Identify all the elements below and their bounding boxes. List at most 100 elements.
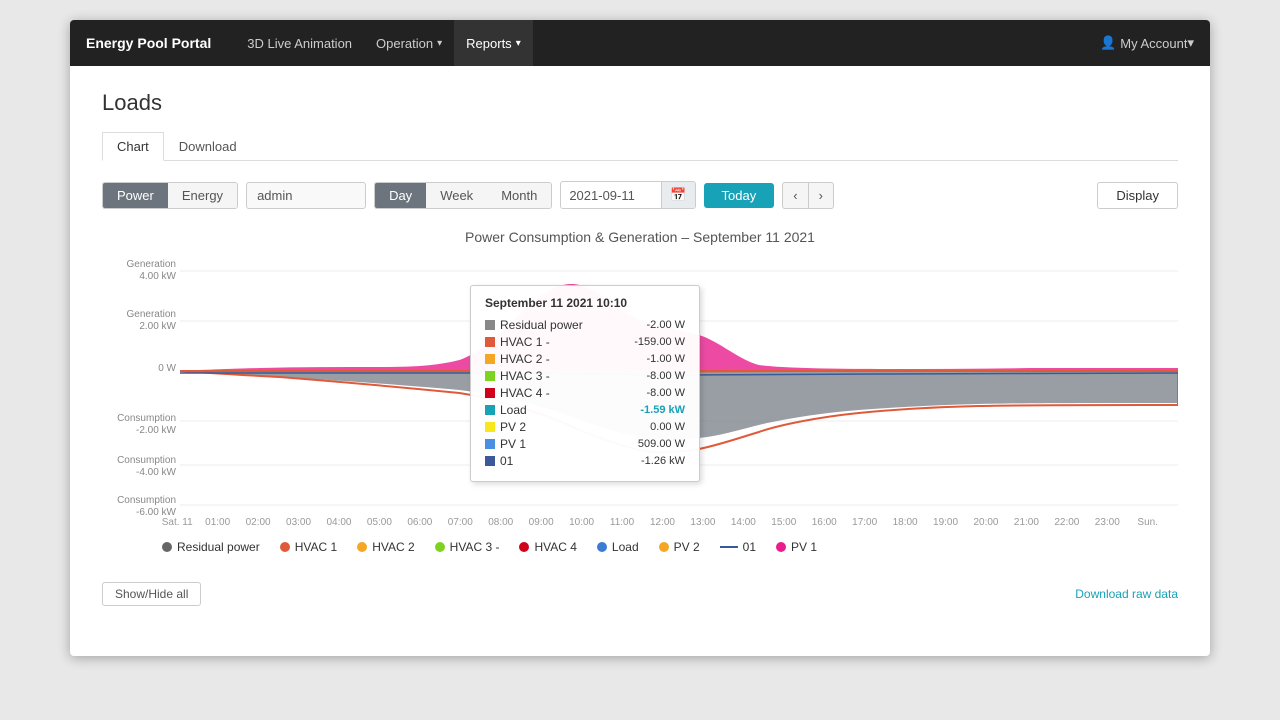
legend-dot [280, 542, 290, 552]
bottom-bar: Show/Hide all Download raw data [102, 582, 1178, 606]
legend-dot [659, 542, 669, 552]
operation-caret-icon: ▾ [437, 38, 442, 49]
legend-dot [435, 542, 445, 552]
legend-item: HVAC 3 - [435, 540, 500, 554]
account-menu[interactable]: 👤 My Account ▾ [1100, 35, 1194, 51]
x-axis-label: 01:00 [197, 517, 237, 528]
tooltip-swatch [485, 371, 495, 381]
legend-dot [776, 542, 786, 552]
legend-item: PV 2 [659, 540, 700, 554]
x-axis-label: 13:00 [683, 517, 723, 528]
legend-dot [357, 542, 367, 552]
tooltip-row: Load -1.59 kW [485, 403, 685, 417]
x-axis-label: 12:00 [642, 517, 682, 528]
legend-item: HVAC 1 [280, 540, 337, 554]
x-axis-label: 14:00 [723, 517, 763, 528]
period-group: Day Week Month [374, 182, 552, 209]
date-input[interactable] [561, 183, 661, 208]
toolbar: Power Energy Day Week Month 📅 Today ‹ › … [102, 181, 1178, 209]
legend-item: HVAC 2 [357, 540, 414, 554]
next-button[interactable]: › [808, 182, 834, 209]
nav-arrows: ‹ › [782, 182, 834, 209]
x-axis-label: 07:00 [440, 517, 480, 528]
show-hide-all-button[interactable]: Show/Hide all [102, 582, 201, 606]
legend-item: PV 1 [776, 540, 817, 554]
power-button[interactable]: Power [103, 183, 168, 208]
main-content: Loads Chart Download Power Energy Day We… [70, 66, 1210, 656]
today-button[interactable]: Today [704, 183, 775, 208]
day-button[interactable]: Day [375, 183, 426, 208]
chart-area: September 11 2021 10:10 Residual power -… [180, 255, 1178, 515]
x-axis-label: 18:00 [885, 517, 925, 528]
legend-dot [519, 542, 529, 552]
nav-item-3d[interactable]: 3D Live Animation [235, 20, 364, 66]
legend-item: HVAC 4 [519, 540, 576, 554]
tooltip-rows: Residual power -2.00 W HVAC 1 - -159.00 … [485, 318, 685, 468]
x-axis-label: 20:00 [966, 517, 1006, 528]
tooltip-swatch [485, 456, 495, 466]
legend-item: Load [597, 540, 639, 554]
tooltip-swatch [485, 320, 495, 330]
tooltip-swatch [485, 422, 495, 432]
display-button[interactable]: Display [1097, 182, 1178, 209]
month-button[interactable]: Month [487, 183, 551, 208]
tooltip-swatch [485, 405, 495, 415]
tooltip-title: September 11 2021 10:10 [485, 296, 685, 310]
nav-item-operation[interactable]: Operation ▾ [364, 20, 454, 66]
date-input-wrap: 📅 [560, 181, 695, 209]
x-axis-label: 02:00 [238, 517, 278, 528]
legend-dot [162, 542, 172, 552]
y-axis: Generation4.00 kW Generation2.00 kW 0 W … [102, 255, 180, 515]
chart-container: Power Consumption & Generation – Septemb… [102, 229, 1178, 564]
tooltip-swatch [485, 439, 495, 449]
x-axis-label: 16:00 [804, 517, 844, 528]
chart-title: Power Consumption & Generation – Septemb… [102, 229, 1178, 245]
tooltip-row: PV 1 509.00 W [485, 437, 685, 451]
x-axis-label: 04:00 [319, 517, 359, 528]
x-axis-label: 08:00 [481, 517, 521, 528]
chart-tooltip: September 11 2021 10:10 Residual power -… [470, 285, 700, 482]
week-button[interactable]: Week [426, 183, 487, 208]
navbar: Energy Pool Portal 3D Live Animation Ope… [70, 20, 1210, 66]
tooltip-row: 01 -1.26 kW [485, 454, 685, 468]
account-caret-icon: ▾ [1187, 35, 1194, 51]
nav-item-reports[interactable]: Reports ▾ [454, 20, 533, 66]
x-axis-label: 09:00 [521, 517, 561, 528]
x-axis-label: 19:00 [925, 517, 965, 528]
prev-button[interactable]: ‹ [782, 182, 807, 209]
reports-caret-icon: ▾ [516, 38, 521, 49]
power-energy-group: Power Energy [102, 182, 238, 209]
tab-chart[interactable]: Chart [102, 132, 164, 161]
legend-item: 01 [720, 540, 756, 554]
x-axis-label: 17:00 [844, 517, 884, 528]
energy-button[interactable]: Energy [168, 183, 237, 208]
x-axis-label: 22:00 [1047, 517, 1087, 528]
calendar-icon-button[interactable]: 📅 [661, 182, 694, 208]
x-axis-label: 23:00 [1087, 517, 1127, 528]
tooltip-swatch [485, 388, 495, 398]
x-axis-label: 15:00 [764, 517, 804, 528]
legend-item: Residual power [162, 540, 260, 554]
tab-download[interactable]: Download [164, 132, 252, 161]
user-icon: 👤 [1100, 35, 1116, 51]
tab-bar: Chart Download [102, 132, 1178, 161]
legend-dot [597, 542, 607, 552]
tooltip-row: HVAC 2 - -1.00 W [485, 352, 685, 366]
x-axis: Sat. 1101:0002:0003:0004:0005:0006:0007:… [102, 517, 1178, 528]
x-axis-label: 05:00 [359, 517, 399, 528]
tooltip-row: HVAC 3 - -8.00 W [485, 369, 685, 383]
download-raw-link[interactable]: Download raw data [1075, 587, 1178, 601]
admin-input[interactable] [246, 182, 366, 209]
x-axis-label: 06:00 [400, 517, 440, 528]
x-axis-label: 10:00 [561, 517, 601, 528]
x-axis-label: Sun. [1128, 517, 1168, 528]
legend: Residual power HVAC 1 HVAC 2 HVAC 3 - HVAC 4… [102, 540, 1178, 554]
legend-line [720, 546, 738, 548]
x-axis-label: 21:00 [1006, 517, 1046, 528]
x-axis-label: 11:00 [602, 517, 642, 528]
x-axis-label: 03:00 [278, 517, 318, 528]
tooltip-swatch [485, 354, 495, 364]
tooltip-row: HVAC 4 - -8.00 W [485, 386, 685, 400]
tooltip-row: Residual power -2.00 W [485, 318, 685, 332]
page-title: Loads [102, 90, 1178, 116]
